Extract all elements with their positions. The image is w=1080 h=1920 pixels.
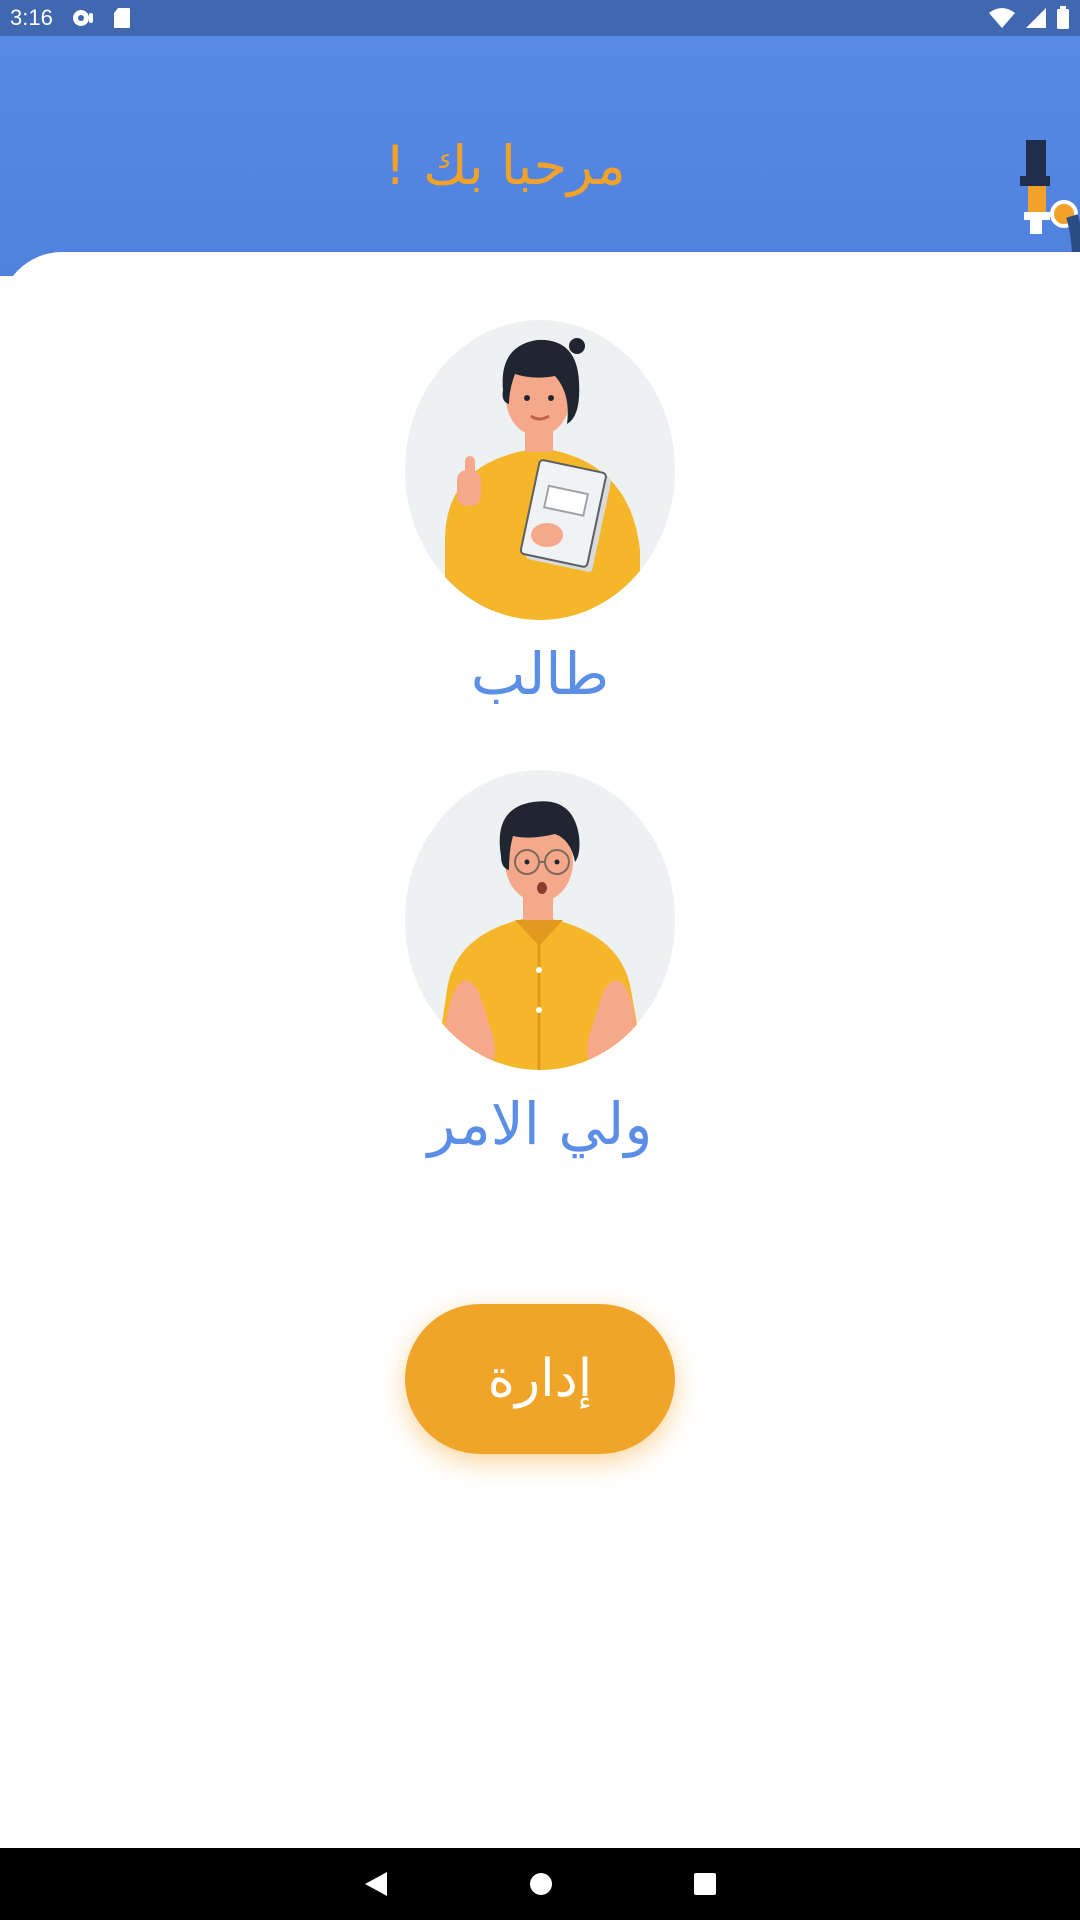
admin-button[interactable]: إدارة — [405, 1304, 675, 1454]
notification-icon — [71, 7, 95, 29]
back-icon[interactable] — [363, 1870, 389, 1898]
parent-avatar[interactable] — [405, 770, 675, 1070]
battery-icon — [1056, 6, 1070, 30]
role-label-parent[interactable]: ولي الامر — [0, 1090, 1080, 1158]
welcome-title: مرحبا بك ! — [384, 134, 626, 197]
header: مرحبا بك ! — [0, 36, 1080, 320]
wifi-icon — [988, 7, 1016, 29]
sd-card-icon — [113, 7, 131, 29]
role-label-student[interactable]: طالب — [0, 640, 1080, 708]
navigation-bar — [0, 1848, 1080, 1920]
recents-icon[interactable] — [693, 1872, 717, 1896]
status-time: 3:16 — [10, 5, 53, 30]
signal-icon — [1024, 7, 1048, 29]
status-bar: 3:16 — [0, 0, 1080, 36]
home-icon[interactable] — [529, 1872, 553, 1896]
student-avatar[interactable] — [405, 320, 675, 620]
